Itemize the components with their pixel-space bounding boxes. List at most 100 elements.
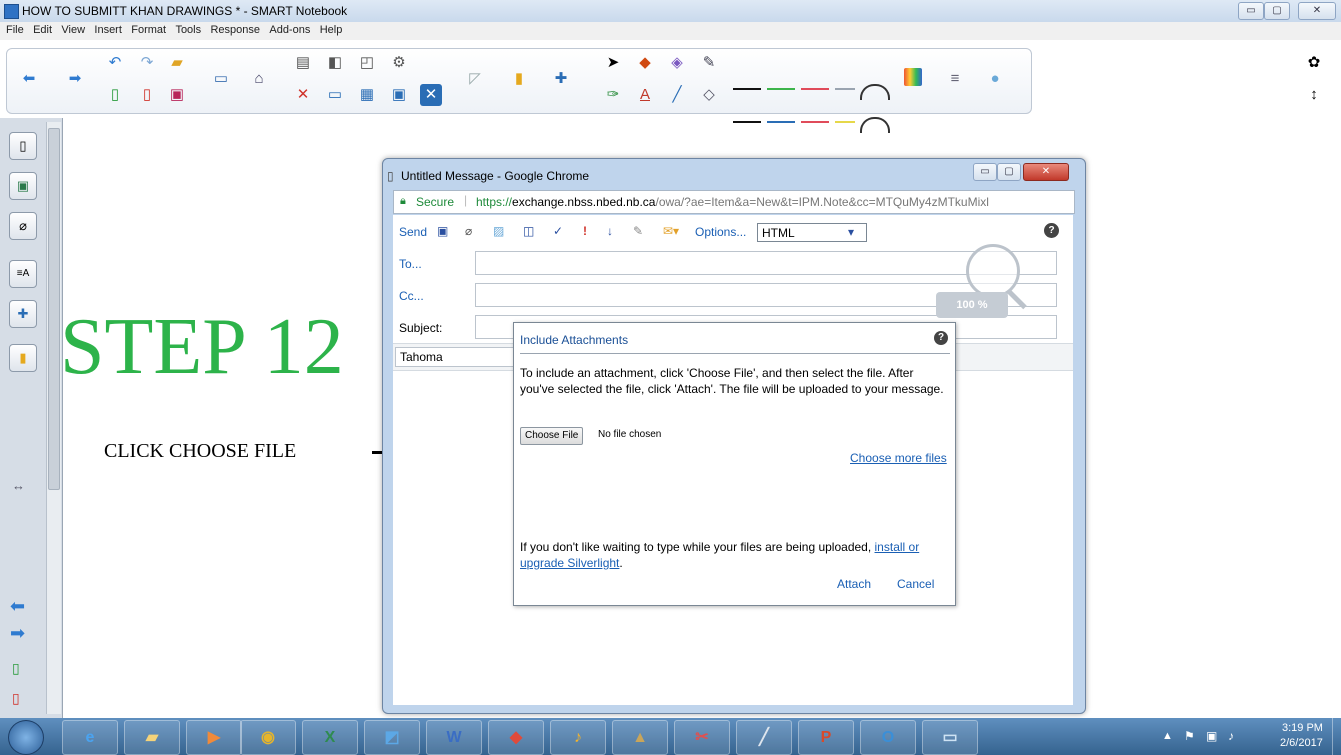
lesson-activity-icon[interactable]: ▮ — [508, 68, 530, 90]
next-page-icon[interactable]: ➡ — [10, 623, 25, 644]
redo-icon[interactable]: ↷ — [136, 52, 158, 74]
line-style-blue[interactable] — [767, 121, 795, 123]
show-desktop-button[interactable] — [1332, 718, 1341, 755]
pens-icon[interactable]: ✑ — [602, 84, 624, 106]
menu-insert[interactable]: Insert — [94, 24, 122, 36]
choose-file-button[interactable]: Choose File — [520, 427, 584, 445]
low-importance-icon[interactable]: ↓ — [607, 224, 613, 238]
excel-icon[interactable]: X — [302, 720, 358, 755]
smart-notebook-taskbar-icon[interactable]: ◩ — [364, 720, 420, 755]
delete-page-icon-2[interactable]: ▯ — [12, 690, 20, 707]
delete-icon[interactable]: ✕ — [292, 84, 314, 106]
action-center-icon[interactable]: ⚑ — [1184, 729, 1195, 743]
menu-format[interactable]: Format — [131, 24, 166, 36]
close-tool-icon[interactable]: ✕ — [420, 84, 442, 106]
line-style-gray[interactable] — [835, 88, 855, 90]
save-draft-icon[interactable]: ▣ — [437, 224, 448, 238]
line-arrow-black[interactable] — [733, 121, 761, 123]
capture-tools-icon[interactable]: ⚙ — [388, 52, 410, 74]
menu-tools[interactable]: Tools — [175, 24, 201, 36]
gallery-icon[interactable]: ▣ — [9, 172, 37, 200]
measure-icon[interactable]: ◸ — [464, 68, 486, 90]
full-screen-icon[interactable]: ▣ — [388, 84, 410, 106]
page-sorter-icon[interactable]: ▯ — [9, 132, 37, 160]
save-icon[interactable]: ▣ — [166, 84, 188, 106]
show-hidden-icons[interactable]: ▲ — [1162, 730, 1173, 742]
minimize-button[interactable]: ▭ — [1238, 2, 1264, 20]
start-button[interactable] — [8, 720, 44, 755]
address-book-icon[interactable]: ◫ — [523, 224, 534, 238]
eraser-icon[interactable]: ◈ — [666, 52, 688, 74]
message-options-icon[interactable]: ✉▾ — [663, 224, 679, 238]
screen-capture-icon[interactable]: ▭ — [922, 720, 978, 755]
line-style-yellow[interactable] — [835, 121, 855, 123]
chrome-maximize-button[interactable]: ▢ — [997, 163, 1021, 181]
chrome-close-button[interactable]: ✕ — [1023, 163, 1069, 181]
table-icon[interactable]: ▦ — [356, 84, 378, 106]
undo-icon[interactable]: ↶ — [104, 52, 126, 74]
menu-view[interactable]: View — [61, 24, 85, 36]
line-icon[interactable]: ╱ — [666, 84, 688, 106]
toolbar-position-icon[interactable]: ↕ — [1303, 84, 1325, 106]
transparency-icon[interactable]: ● — [984, 68, 1006, 90]
screen-shade-icon[interactable]: ▭ — [324, 84, 346, 106]
app-icon[interactable]: ▲ — [612, 720, 668, 755]
lesson-activity-icon-2[interactable]: ▮ — [9, 344, 37, 372]
line-style-black[interactable] — [733, 88, 761, 90]
pen-tool-icon[interactable]: ╱ — [736, 720, 792, 755]
sidebar-scrollbar[interactable] — [46, 122, 61, 714]
shape-eraser-icon[interactable]: ◇ — [698, 84, 720, 106]
settings-gear-icon[interactable]: ✿ — [1303, 52, 1325, 74]
menu-addons[interactable]: Add-ons — [269, 24, 310, 36]
choose-more-files-link[interactable]: Choose more files — [850, 451, 947, 465]
to-button[interactable]: To... — [399, 257, 422, 271]
check-names-icon[interactable]: ✓ — [553, 224, 563, 238]
properties-icon[interactable]: ≡A — [9, 260, 37, 288]
high-importance-icon[interactable]: ! — [583, 224, 587, 238]
word-icon[interactable]: W — [426, 720, 482, 755]
spelling-icon[interactable]: ✎ — [633, 224, 643, 238]
menu-edit[interactable]: Edit — [33, 24, 52, 36]
outlook-icon[interactable]: O — [860, 720, 916, 755]
arc-icon-2[interactable] — [860, 117, 890, 133]
line-style-green[interactable] — [767, 88, 795, 90]
addon-icon[interactable]: ✚ — [550, 68, 572, 90]
line-style-red[interactable] — [801, 88, 829, 90]
screenshade-icon[interactable]: ◧ — [324, 52, 346, 74]
help-icon[interactable]: ? — [1044, 223, 1059, 238]
add-page-icon[interactable]: ▯ — [104, 84, 126, 106]
menu-response[interactable]: Response — [210, 24, 260, 36]
open-folder-icon[interactable]: ▰ — [166, 52, 188, 74]
clock-time[interactable]: 3:19 PM — [1282, 722, 1323, 734]
addons-icon[interactable]: ✚ — [9, 300, 37, 328]
network-icon[interactable]: ▣ — [1206, 729, 1217, 743]
line-style-red-2[interactable] — [801, 121, 829, 123]
add-page-icon-2[interactable]: ▯ — [12, 660, 20, 677]
fill-icon[interactable]: ◆ — [634, 52, 656, 74]
menu-help[interactable]: Help — [320, 24, 343, 36]
chrome-minimize-button[interactable]: ▭ — [973, 163, 997, 181]
internet-explorer-icon[interactable]: e — [62, 720, 118, 755]
format-select[interactable]: HTML ▾ — [757, 223, 867, 242]
cc-button[interactable]: Cc... — [399, 289, 424, 303]
address-bar[interactable]: 🔒︎ Secure | https://exchange.nbss.nbed.n… — [393, 190, 1075, 214]
resize-sidebar-icon[interactable]: ↔ — [12, 478, 25, 493]
capture-icon[interactable]: ◰ — [356, 52, 378, 74]
media-player-icon[interactable]: ▶ — [186, 720, 242, 755]
chrome-icon[interactable]: ◉ — [240, 720, 296, 755]
send-button[interactable]: Send — [399, 225, 427, 239]
snipping-tool-icon[interactable]: ✂ — [674, 720, 730, 755]
forward-arrow-icon[interactable]: ➡ — [64, 68, 86, 90]
line-width-icon[interactable]: ≡ — [944, 68, 966, 90]
previous-page-icon[interactable]: ⬅ — [10, 596, 25, 617]
sketchup-icon[interactable]: ◆ — [488, 720, 544, 755]
document-camera-icon[interactable]: ⌂ — [248, 68, 270, 90]
text-icon[interactable]: A — [634, 84, 656, 106]
paste-icon[interactable]: ▤ — [292, 52, 314, 74]
color-palette-icon[interactable] — [904, 68, 922, 86]
close-button[interactable]: ✕ — [1298, 2, 1336, 20]
dialog-help-icon[interactable]: ? — [934, 331, 948, 345]
insert-image-icon[interactable]: ▨ — [493, 224, 504, 238]
clock-date[interactable]: 2/6/2017 — [1280, 737, 1323, 749]
scroll-thumb[interactable] — [48, 128, 60, 490]
